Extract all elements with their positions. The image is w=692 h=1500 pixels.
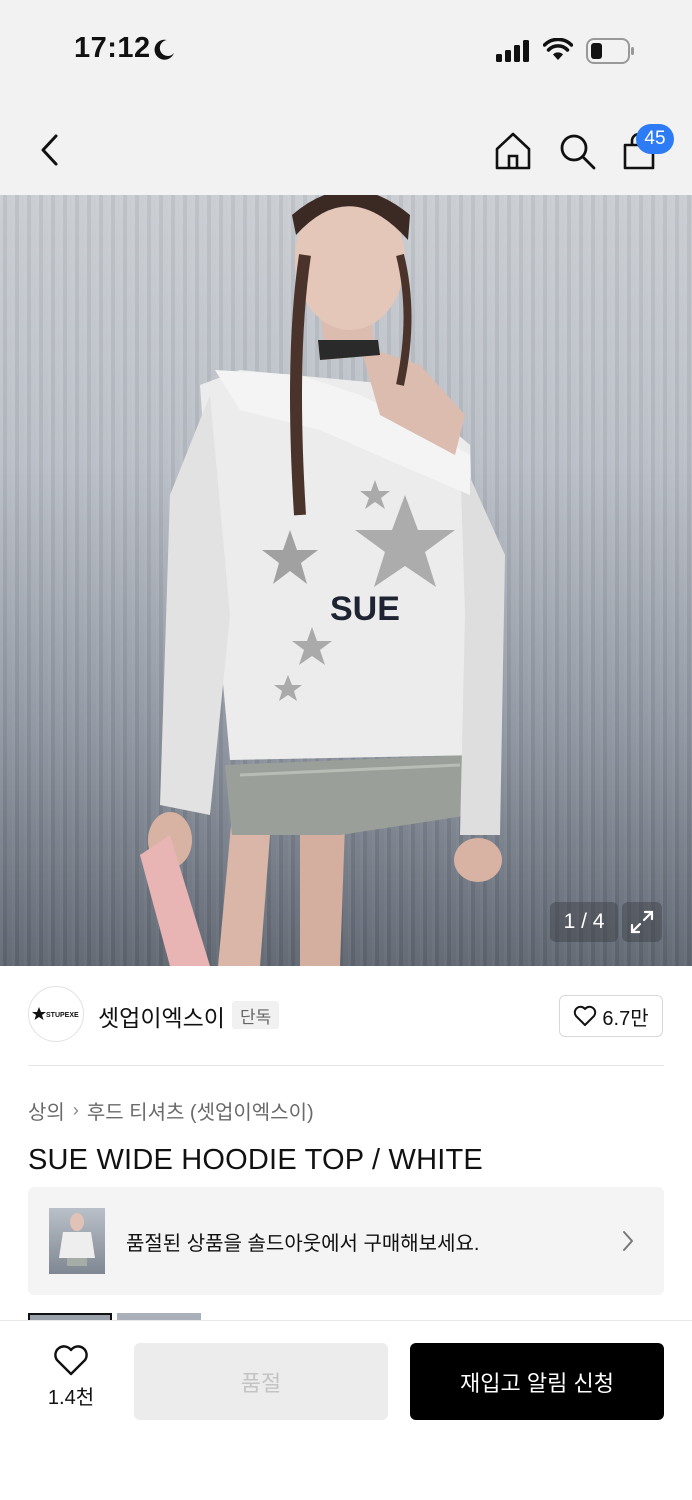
status-time: 17:12 [74, 32, 151, 64]
sue-print-text: SUE [330, 590, 400, 628]
expand-icon [630, 910, 654, 934]
breadcrumb: 상의 › 후드 티셔츠 (셋업이엑스이) [28, 1096, 314, 1125]
back-button[interactable] [28, 128, 72, 172]
cart-count-badge: 45 [636, 124, 674, 154]
exclusive-tag: 단독 [232, 1001, 280, 1029]
divider [28, 1065, 664, 1066]
brand-logo-mark: STUPEXE [32, 1007, 79, 1020]
soldout-thumbnail [49, 1208, 105, 1274]
wishlist-button[interactable]: 1.4천 [38, 1345, 104, 1415]
soldout-banner[interactable]: 품절된 상품을 솔드아웃에서 구매해보세요. [28, 1187, 664, 1295]
expand-image-button[interactable] [622, 902, 662, 942]
product-title: SUE WIDE HOODIE TOP / WHITE [28, 1144, 483, 1176]
search-button[interactable] [554, 128, 600, 174]
brand-like-count: 6.7만 [602, 1007, 649, 1030]
model-photo: SUE [140, 195, 505, 966]
brand-logo[interactable]: STUPEXE [28, 986, 84, 1042]
home-icon [495, 132, 531, 170]
wishlist-count: 1.4천 [47, 1387, 95, 1409]
moon-icon [154, 39, 174, 60]
brand-like-button[interactable]: 6.7만 [559, 995, 663, 1037]
image-counter: 1 / 4 [550, 902, 618, 942]
chevron-right-icon [623, 1231, 633, 1251]
svg-text:STUPEXE: STUPEXE [46, 1012, 79, 1019]
search-icon [560, 134, 596, 170]
nav-bar [0, 100, 692, 195]
chevron-right-icon: › [72, 1100, 79, 1120]
breadcrumb-category[interactable]: 상의 [28, 1096, 65, 1125]
back-icon [41, 134, 58, 166]
heart-icon [574, 1005, 597, 1026]
status-bar: 17:12 [0, 0, 692, 100]
battery-icon [586, 38, 634, 64]
soldout-button: 품절 [134, 1343, 388, 1420]
soldout-banner-text: 품절된 상품을 솔드아웃에서 구매해보세요. [126, 1233, 480, 1255]
home-button[interactable] [490, 128, 536, 174]
brand-name[interactable]: 셋업이엑스이 [98, 999, 225, 1033]
brand-row: STUPEXE 셋업이엑스이 단독 6.7만 [0, 966, 692, 1066]
product-image[interactable]: SUE [0, 195, 692, 966]
bottom-action-bar: 1.4천 품절 재입고 알림 신청 [0, 1320, 692, 1500]
heart-icon [54, 1345, 88, 1376]
signal-icon [496, 40, 529, 62]
wifi-icon [543, 38, 573, 60]
breadcrumb-subcategory[interactable]: 후드 티셔츠 (셋업이엑스이) [87, 1096, 314, 1125]
restock-alert-button[interactable]: 재입고 알림 신청 [410, 1343, 664, 1420]
